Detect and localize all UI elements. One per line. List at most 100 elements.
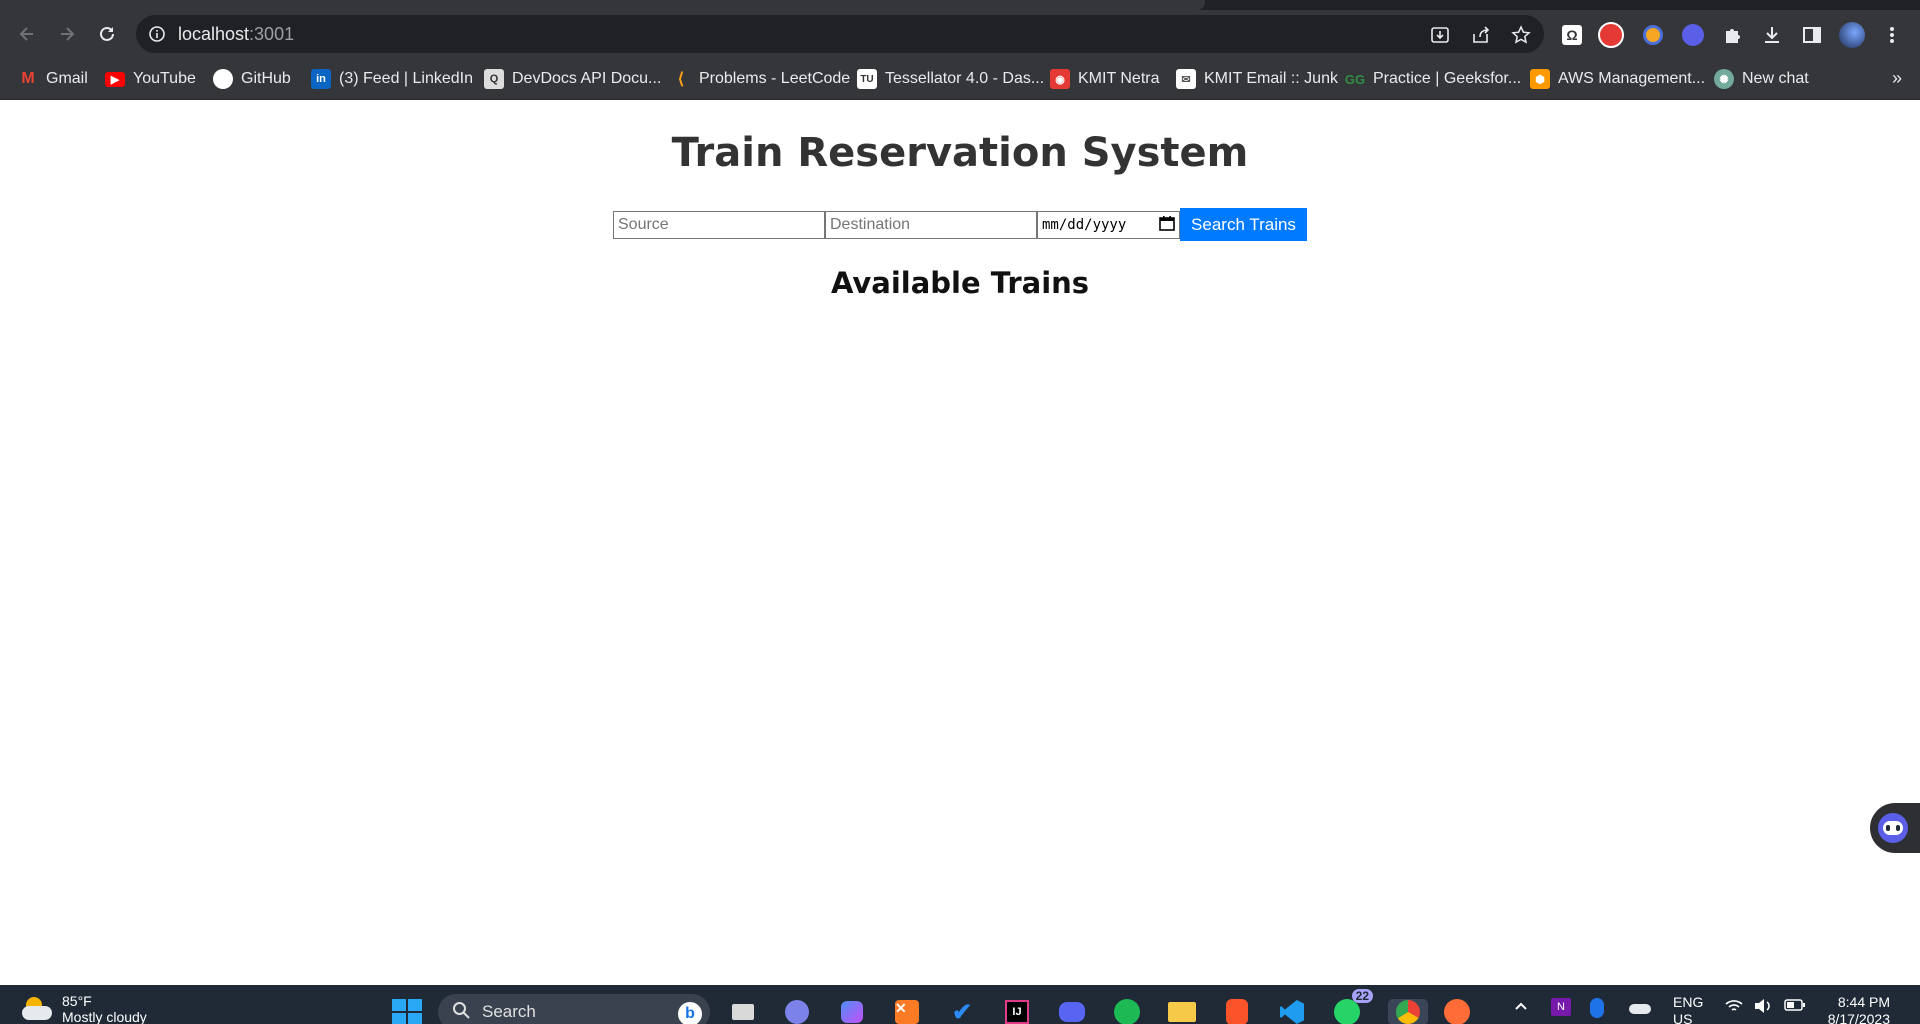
downloads-icon[interactable] xyxy=(1759,22,1785,48)
teams-meet-icon[interactable] xyxy=(783,999,811,1024)
discord-icon[interactable] xyxy=(1058,999,1086,1024)
tessellator-icon: TU xyxy=(857,69,877,89)
assistant-bot-button[interactable] xyxy=(1870,803,1920,853)
url-host: localhost xyxy=(178,24,250,44)
bookmark-label: YouTube xyxy=(133,70,196,87)
language-bottom: US xyxy=(1673,1011,1693,1024)
windows-start-icon[interactable] xyxy=(392,999,422,1024)
linkedin-icon: in xyxy=(311,69,331,89)
weather-widget[interactable]: 85°F Mostly cloudy xyxy=(22,993,147,1024)
forward-icon[interactable] xyxy=(53,20,81,48)
bing-icon[interactable]: b xyxy=(678,1002,702,1024)
extension-omega-icon[interactable]: Ω xyxy=(1559,22,1585,48)
bookmark-kmit-netra[interactable]: ◉ KMIT Netra xyxy=(1050,67,1160,91)
url-port: :3001 xyxy=(249,24,295,44)
geeksforgeeks-icon: GG xyxy=(1344,71,1366,87)
search-form: mm/dd/yyyy Search Trains xyxy=(613,208,1307,241)
bookmark-geeksforgeeks[interactable]: GG Practice | Geeksfor... xyxy=(1345,67,1521,91)
active-tab[interactable] xyxy=(0,0,1205,10)
xampp-icon[interactable]: ✕ xyxy=(893,999,921,1024)
bookmarks-bar: M Gmail ▶ YouTube GitHub in (3) Feed | Link… xyxy=(0,58,1920,100)
bookmark-label: AWS Management... xyxy=(1558,70,1706,87)
site-info-icon[interactable] xyxy=(148,25,166,48)
profile-avatar[interactable] xyxy=(1839,22,1865,48)
intellij-icon[interactable]: IJ xyxy=(1003,999,1031,1024)
extensions-puzzle-icon[interactable] xyxy=(1720,22,1746,48)
chrome-icon[interactable] xyxy=(1388,999,1428,1024)
taskbar-clock[interactable]: 8:44 PM 8/17/2023 xyxy=(1828,994,1890,1024)
back-icon[interactable] xyxy=(13,20,41,48)
source-input[interactable] xyxy=(613,210,825,239)
search-icon xyxy=(452,1001,470,1024)
bookmark-linkedin[interactable]: in (3) Feed | LinkedIn xyxy=(311,67,473,91)
bookmark-label: GitHub xyxy=(241,70,291,87)
bookmark-label: (3) Feed | LinkedIn xyxy=(339,70,474,87)
bookmark-star-icon[interactable] xyxy=(1510,24,1532,46)
kmit-netra-icon: ◉ xyxy=(1050,69,1070,89)
devdocs-icon: Q xyxy=(484,69,504,89)
adblock-icon[interactable] xyxy=(1598,22,1624,48)
clock-date: 8/17/2023 xyxy=(1827,1011,1890,1024)
bookmark-label: KMIT Netra xyxy=(1078,70,1160,87)
whatsapp-icon[interactable]: 22 xyxy=(1333,989,1373,1024)
bot-icon xyxy=(1878,813,1908,843)
copilot-icon[interactable] xyxy=(838,999,866,1024)
wifi-icon[interactable] xyxy=(1724,998,1744,1018)
bluetooth-icon[interactable] xyxy=(1590,998,1604,1018)
taskbar-search[interactable]: Search b xyxy=(438,994,710,1024)
bookmark-kmit-email[interactable]: ✉ KMIT Email :: Junk xyxy=(1176,67,1338,91)
onedrive-icon[interactable] xyxy=(1629,998,1651,1014)
calendar-icon[interactable] xyxy=(1159,215,1175,235)
volume-icon[interactable] xyxy=(1753,998,1773,1018)
task-view-icon[interactable] xyxy=(729,999,757,1024)
install-app-icon[interactable] xyxy=(1429,24,1451,46)
aws-icon: ⬢ xyxy=(1530,69,1550,89)
weather-desc: Mostly cloudy xyxy=(62,1009,147,1024)
tab-strip xyxy=(0,0,1920,10)
windows-taskbar: 85°F Mostly cloudy Search b ✕ ✔ IJ 22 N … xyxy=(0,985,1920,1024)
tray-overflow-icon[interactable] xyxy=(1513,998,1529,1018)
search-trains-button[interactable]: Search Trains xyxy=(1180,208,1307,241)
chatgpt-icon: ✺ xyxy=(1714,69,1734,89)
available-trains-heading: Available Trains xyxy=(830,266,1090,300)
bookmark-new-chat[interactable]: ✺ New chat xyxy=(1714,67,1809,91)
extension-fox-icon[interactable] xyxy=(1640,22,1666,48)
weather-temp: 85°F xyxy=(62,993,92,1009)
bookmark-github[interactable]: GitHub xyxy=(213,67,291,91)
kmit-email-icon: ✉ xyxy=(1176,69,1196,89)
extension-bot-icon[interactable] xyxy=(1680,22,1706,48)
bookmark-label: Problems - LeetCode xyxy=(699,70,851,87)
bookmark-tessellator[interactable]: TU Tessellator 4.0 - Das... xyxy=(857,67,1044,91)
spotify-icon[interactable] xyxy=(1113,999,1141,1024)
bookmark-aws[interactable]: ⬢ AWS Management... xyxy=(1530,67,1705,91)
brave-icon[interactable] xyxy=(1223,999,1251,1024)
bookmark-youtube[interactable]: ▶ YouTube xyxy=(105,67,196,91)
side-panel-icon[interactable] xyxy=(1799,22,1825,48)
postman-icon[interactable] xyxy=(1443,999,1471,1024)
bookmark-label: Gmail xyxy=(46,70,88,87)
date-placeholder: mm/dd/yyyy xyxy=(1042,216,1127,233)
address-bar[interactable]: localhost:3001 xyxy=(136,15,1544,53)
share-icon[interactable] xyxy=(1470,24,1492,46)
bookmark-gmail[interactable]: M Gmail xyxy=(18,67,88,91)
date-input[interactable]: mm/dd/yyyy xyxy=(1037,210,1180,239)
bookmark-label: DevDocs API Docu... xyxy=(512,70,662,87)
bookmark-label: Practice | Geeksfor... xyxy=(1373,70,1522,87)
destination-input[interactable] xyxy=(825,210,1037,239)
onenote-icon[interactable]: N xyxy=(1551,998,1571,1016)
language-indicator[interactable]: ENG US xyxy=(1673,994,1703,1024)
battery-icon[interactable] xyxy=(1784,998,1806,1016)
page-content: Train Reservation System mm/dd/yyyy Sear… xyxy=(0,100,1920,985)
reload-icon[interactable] xyxy=(93,20,121,48)
file-explorer-icon[interactable] xyxy=(1168,999,1196,1024)
browser-toolbar: localhost:3001 Ω xyxy=(0,10,1920,58)
github-icon xyxy=(213,69,233,89)
vscode-icon[interactable] xyxy=(1278,999,1306,1024)
bookmark-devdocs[interactable]: Q DevDocs API Docu... xyxy=(484,67,661,91)
todo-icon[interactable]: ✔ xyxy=(948,999,976,1024)
bookmarks-overflow-button[interactable]: » xyxy=(1892,68,1902,89)
browser-menu-icon[interactable] xyxy=(1879,22,1905,48)
bookmark-leetcode[interactable]: ⟨ Problems - LeetCode xyxy=(671,67,850,91)
bookmark-label: Tessellator 4.0 - Das... xyxy=(885,70,1045,87)
whatsapp-badge: 22 xyxy=(1351,989,1373,1003)
